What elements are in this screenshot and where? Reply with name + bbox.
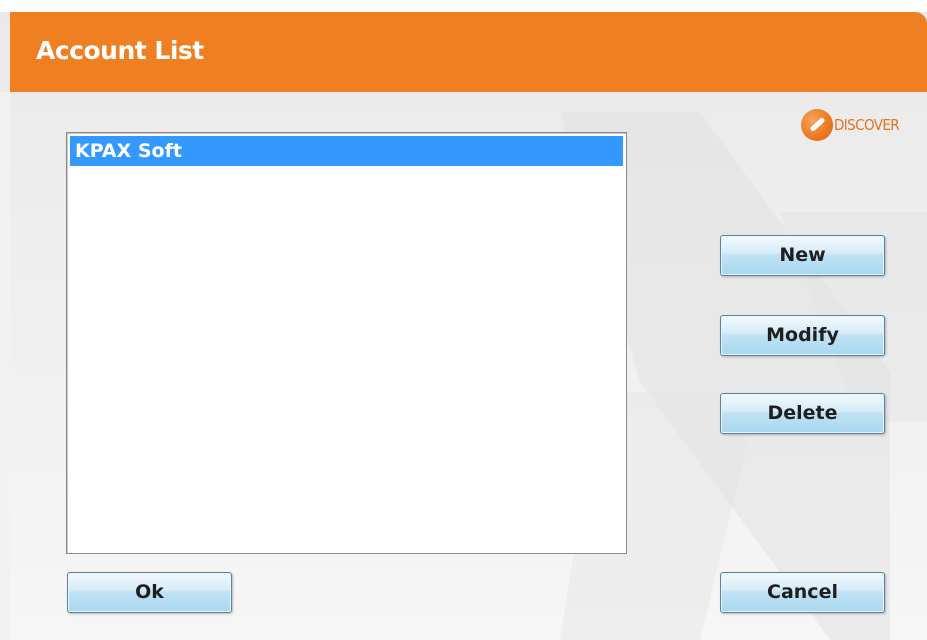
- title-bar: Account List: [10, 12, 927, 92]
- list-item[interactable]: KPAX Soft: [70, 136, 623, 166]
- account-list-dialog: Account List DISCOVER KPAX Soft New Modi…: [0, 0, 927, 640]
- delete-button[interactable]: Delete: [720, 393, 885, 434]
- account-listbox[interactable]: KPAX Soft: [66, 132, 627, 554]
- cancel-button[interactable]: Cancel: [720, 572, 885, 613]
- logo-text: DISCOVER: [834, 116, 900, 134]
- left-edge: [0, 92, 10, 640]
- top-strip: [0, 0, 927, 12]
- new-button[interactable]: New: [720, 235, 885, 276]
- dialog-title: Account List: [36, 36, 204, 65]
- modify-button[interactable]: Modify: [720, 315, 885, 356]
- discover-logo: DISCOVER: [801, 107, 900, 143]
- discover-logo-icon: [801, 109, 833, 141]
- ok-button[interactable]: Ok: [67, 572, 232, 613]
